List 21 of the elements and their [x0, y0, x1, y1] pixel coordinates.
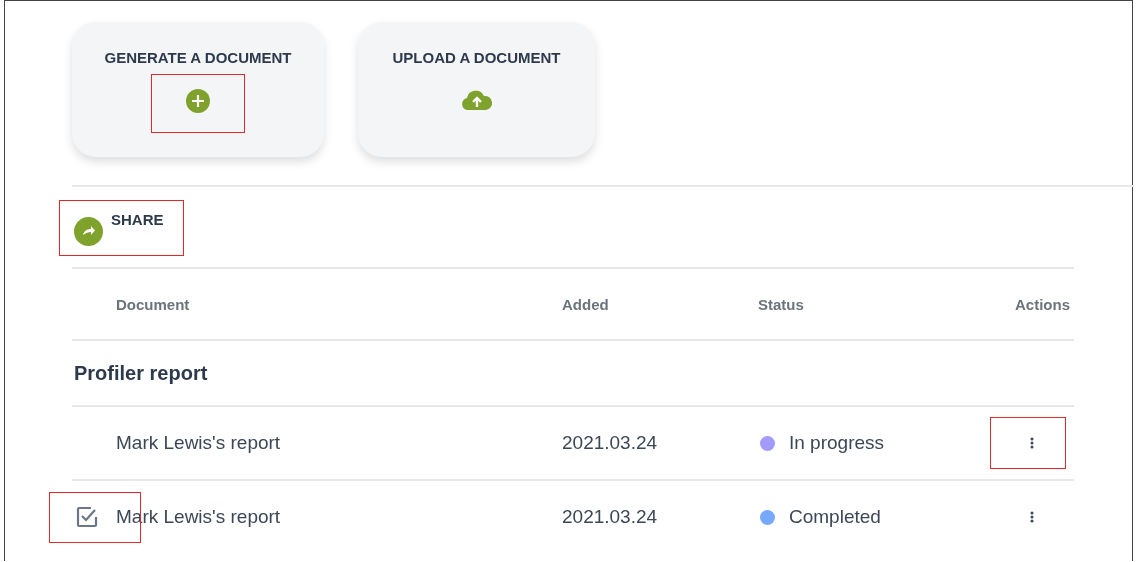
card-title: UPLOAD A DOCUMENT [392, 49, 561, 66]
column-header: Actions [1014, 295, 1071, 313]
date-cell-text: 2021.03.24 [562, 506, 659, 528]
checkbox[interactable] [76, 506, 98, 528]
share-button[interactable]: SHARE [72, 211, 164, 246]
status-label: Completed [789, 506, 881, 528]
column-header: Document [116, 295, 191, 313]
cloud-upload-icon[interactable] [459, 89, 494, 113]
kebab-menu-icon [1030, 437, 1034, 449]
column-header: Added [562, 295, 610, 313]
group-heading: Profiler report [72, 341, 1074, 407]
share-icon [74, 217, 103, 246]
action-card[interactable]: UPLOAD A DOCUMENT [358, 22, 595, 157]
kebab-menu-icon [1030, 511, 1034, 523]
date-cell-text: 2021.03.24 [562, 432, 659, 454]
action-card[interactable]: GENERATE A DOCUMENT [72, 22, 324, 157]
document-name[interactable]: Mark Lewis's report [116, 432, 562, 454]
column-header: Status [758, 295, 805, 313]
card-title: GENERATE A DOCUMENT [104, 49, 292, 66]
status-label: In progress [789, 432, 885, 454]
plus-icon[interactable] [185, 88, 211, 114]
